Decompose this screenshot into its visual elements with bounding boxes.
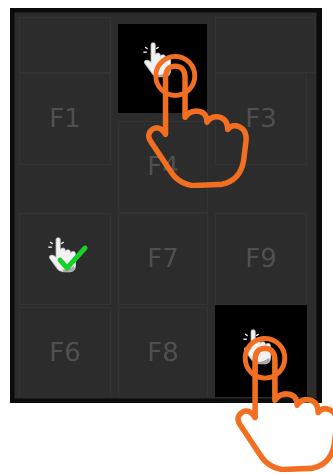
bottom-strip — [19, 398, 111, 399]
key-tile-empty[interactable] — [19, 17, 111, 73]
key-label: F9 — [245, 244, 277, 274]
key-label: F6 — [49, 338, 81, 368]
key-label: F3 — [245, 104, 277, 134]
key-label: F4 — [147, 152, 179, 182]
key-f8[interactable]: F8 — [118, 307, 208, 398]
key-f4[interactable]: F4 — [118, 121, 208, 213]
key-f6[interactable]: F6 — [19, 307, 111, 398]
button-grid-panel: F1 F3 F4 F7 F9 F6 F8 — [14, 12, 317, 399]
key-f7[interactable]: F7 — [118, 213, 208, 305]
key-label: F8 — [147, 338, 179, 368]
key-tile-confirmed[interactable] — [19, 213, 111, 305]
key-f3[interactable]: F3 — [215, 73, 307, 165]
key-tile-empty[interactable] — [215, 17, 315, 73]
key-tile-tap-target[interactable] — [215, 305, 307, 397]
key-tile-tap-target[interactable] — [118, 24, 207, 113]
key-label: F1 — [49, 104, 81, 134]
key-f1[interactable]: F1 — [19, 73, 111, 165]
key-label: F7 — [147, 244, 179, 274]
key-f9[interactable]: F9 — [215, 213, 307, 305]
